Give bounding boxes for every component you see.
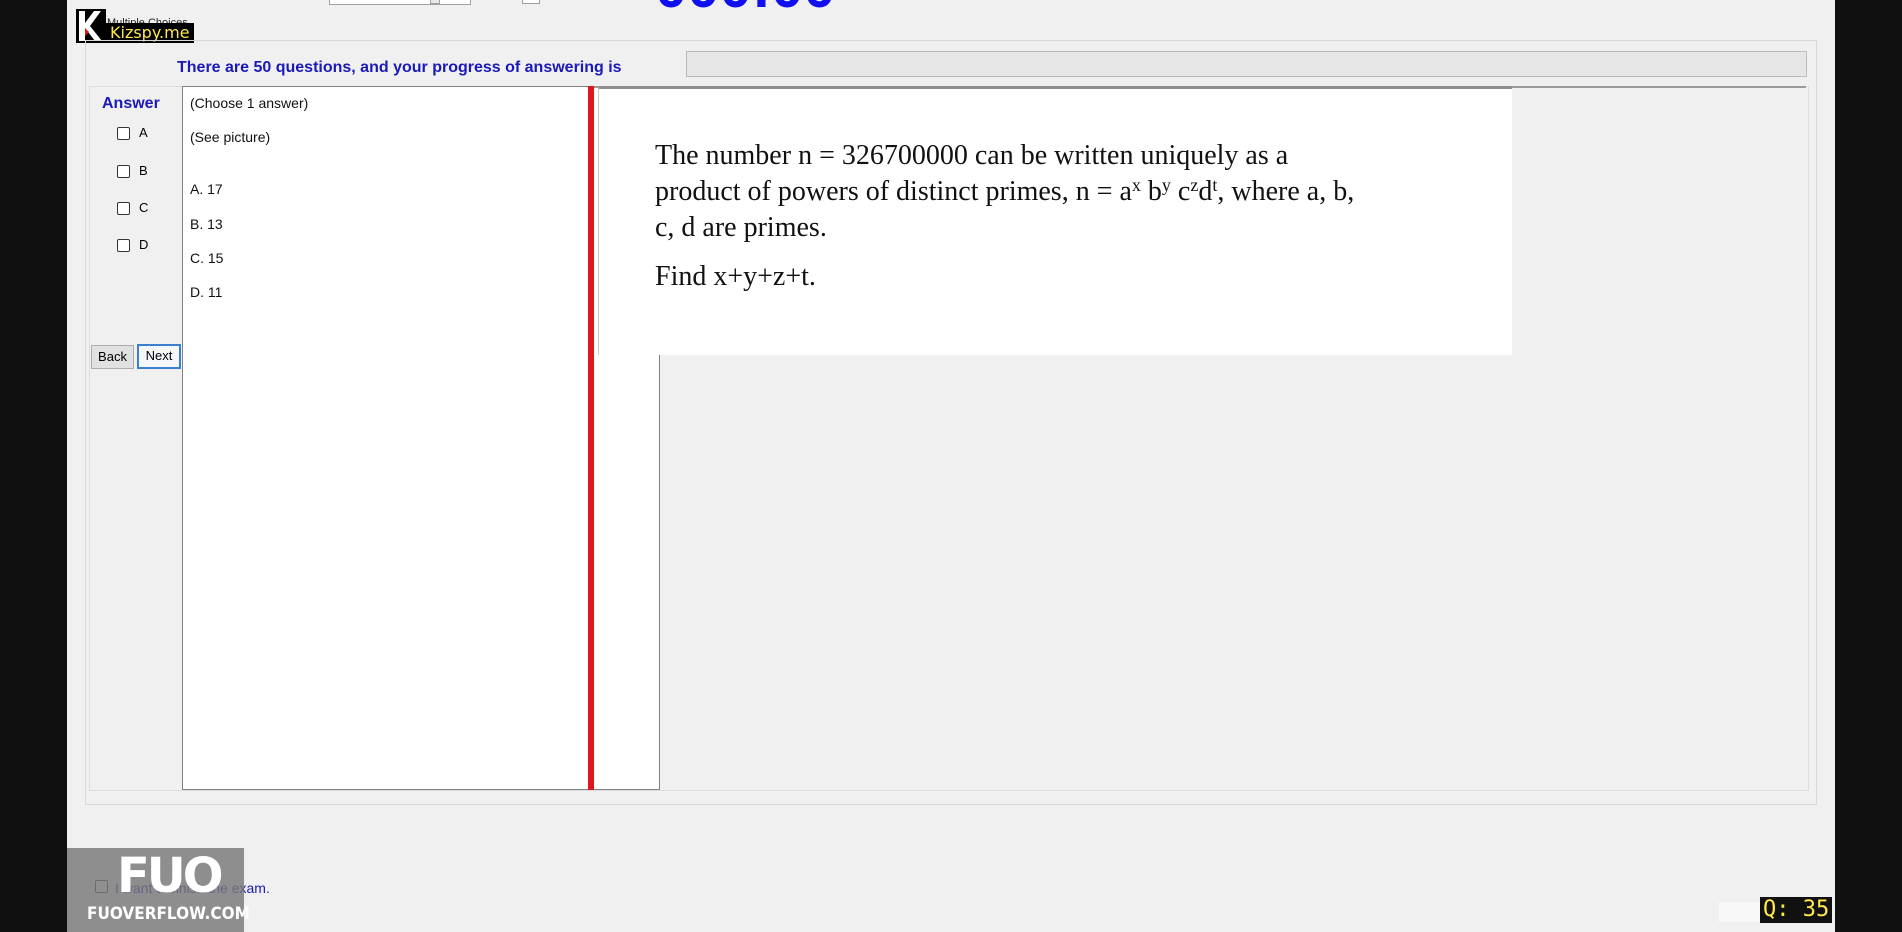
top-spinner[interactable] (522, 0, 540, 4)
choice-value: 13 (207, 216, 223, 232)
question-line-2-pre: product of powers of distinct primes, n … (655, 176, 1132, 207)
fuoverflow-watermark: FUO FUOVERFLOW.COM (67, 848, 250, 932)
choice-b: B. 13 (190, 216, 223, 232)
question-line-2: product of powers of distinct primes, n … (655, 174, 1354, 210)
back-button[interactable]: Back (91, 345, 134, 369)
question-instruction: (Choose 1 answer) (190, 95, 309, 111)
question-line-2-post: , where a, b, (1217, 176, 1355, 207)
answer-checkbox-a[interactable] (117, 127, 130, 140)
choice-c: C. 15 (190, 250, 223, 266)
answer-label-c: C (139, 200, 149, 215)
fuo-logo-text: FUO (117, 848, 224, 904)
choice-a: A. 17 (190, 181, 223, 197)
question-base-c: c (1170, 176, 1191, 207)
question-line-4: Find x+y+z+t. (655, 261, 816, 292)
choice-letter: A. (190, 181, 204, 197)
logo-k-icon (76, 9, 106, 43)
next-button[interactable]: Next (137, 344, 181, 369)
top-combo-box[interactable] (329, 0, 471, 5)
question-line-1: The number n = 326700000 can be written … (655, 140, 1289, 171)
question-see-picture: (See picture) (190, 129, 271, 145)
question-picture: The number n = 326700000 can be written … (598, 86, 1512, 355)
choice-value: 15 (207, 250, 224, 266)
combo-dropdown-button[interactable] (430, 0, 440, 4)
exponent-y: y (1161, 175, 1171, 195)
question-base-d: d (1198, 176, 1213, 207)
choice-d: D. 11 (190, 284, 222, 300)
question-line-3: c, d are primes. (655, 212, 827, 243)
progress-bar (686, 51, 1807, 77)
fuo-site-text: FUOVERFLOW.COM (87, 904, 250, 924)
question-base-b: b (1140, 176, 1162, 207)
answer-label-d: D (139, 237, 149, 252)
counter-backdrop (1719, 902, 1765, 922)
exponent-x: x (1131, 175, 1141, 195)
question-counter: Q: 35 (1760, 897, 1833, 923)
choice-letter: B. (190, 216, 204, 232)
answer-checkbox-d[interactable] (117, 239, 130, 252)
progress-label: There are 50 questions, and your progres… (177, 59, 622, 76)
answer-checkbox-c[interactable] (117, 202, 130, 215)
answer-title: Answer (102, 95, 160, 112)
choice-value: 17 (207, 181, 223, 197)
answer-label-a: A (139, 125, 148, 140)
choice-letter: D. (190, 284, 204, 300)
choice-value: 11 (207, 284, 223, 300)
exponent-t: t (1212, 175, 1218, 195)
exam-timer: 000:00 (655, 0, 836, 17)
exponent-z: z (1190, 175, 1199, 195)
answer-checkbox-b[interactable] (117, 165, 130, 178)
answer-label-b: B (139, 163, 148, 178)
choice-letter: C. (190, 250, 204, 266)
exam-window: 000:00 Multiple Choices Kizspy.me There … (67, 0, 1835, 932)
